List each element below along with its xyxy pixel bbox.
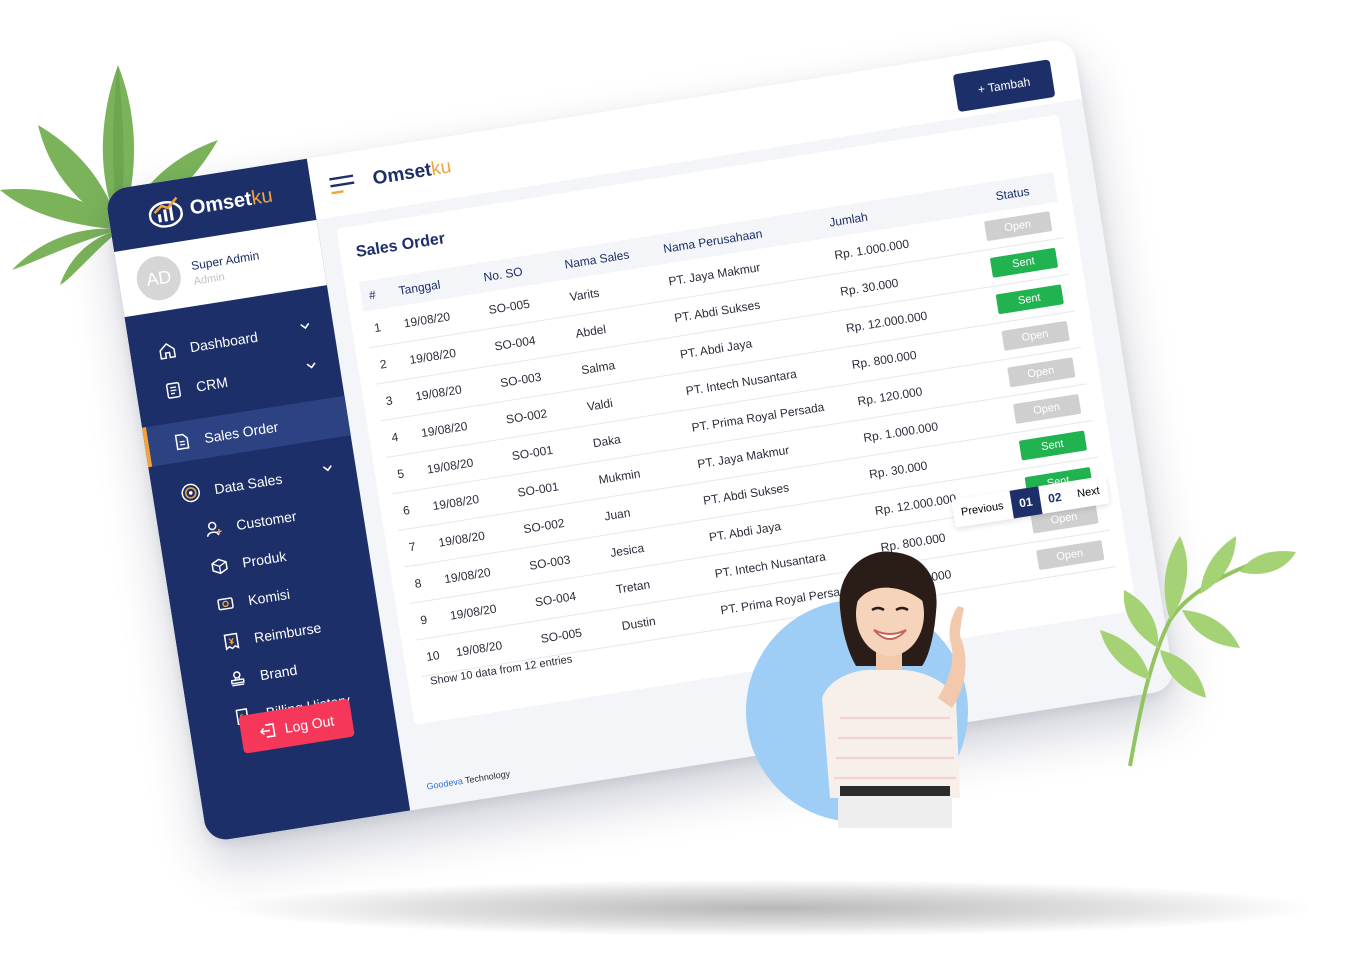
row-number: 1 xyxy=(373,320,382,336)
page-title: Sales Order xyxy=(354,230,447,261)
chevron-down-icon[interactable] xyxy=(321,462,334,474)
logout-icon xyxy=(259,722,276,738)
row-number: 3 xyxy=(384,393,394,409)
row-date: 19/08/20 xyxy=(454,638,504,660)
row-number: 8 xyxy=(413,576,423,591)
sidebar-item-label: Komisi xyxy=(246,585,291,609)
row-status-cell: Sent xyxy=(1008,429,1097,462)
row-status-cell: Open xyxy=(1002,392,1091,425)
row-so-number: SO-005 xyxy=(487,296,531,317)
row-so-number: SO-004 xyxy=(493,333,537,354)
sidebar-item-label: Dashboard xyxy=(188,328,259,356)
row-date: 19/08/20 xyxy=(431,492,481,514)
column-header: # xyxy=(367,287,377,303)
sales-order-panel: Sales Order # Tanggal No. SO Nama Sales … xyxy=(336,114,1137,725)
user-add-icon xyxy=(207,521,222,537)
row-sales-name: Valdi xyxy=(586,395,614,414)
target-icon xyxy=(181,483,200,503)
main-area: Omsetku + Tambah Sales Order # Tanggal N… xyxy=(306,37,1176,810)
sidebar-item-label: Reimburse xyxy=(252,619,323,646)
row-so-number: SO-004 xyxy=(534,589,578,610)
avatar: AD xyxy=(133,253,184,304)
pagination-page[interactable]: 02 xyxy=(1038,482,1071,514)
status-badge[interactable]: Sent xyxy=(989,247,1058,278)
home-icon xyxy=(159,342,177,360)
logout-label: Log Out xyxy=(283,712,336,737)
brand-name: Omsetku xyxy=(188,184,275,219)
sidebar-item-label: Produk xyxy=(241,547,288,571)
row-status-cell: Sent xyxy=(979,246,1068,279)
row-date: 19/08/20 xyxy=(443,565,492,587)
row-so-number: SO-002 xyxy=(522,515,566,537)
row-so-number: SO-001 xyxy=(516,479,560,500)
footer-brand[interactable]: Goodeva xyxy=(426,776,464,792)
row-date: 19/08/20 xyxy=(420,418,469,441)
status-badge[interactable]: Sent xyxy=(995,284,1064,315)
hero-scene: Omsetku AD Super Admin Admin Dashboard C… xyxy=(0,0,1348,960)
hamburger-menu-icon[interactable] xyxy=(328,173,357,197)
row-so-number: SO-002 xyxy=(505,406,549,427)
file-icon xyxy=(174,433,190,451)
row-number: 9 xyxy=(419,612,429,628)
sidebar-item-label: Data Sales xyxy=(213,470,284,498)
row-sales-name: Salma xyxy=(580,358,617,378)
row-number: 10 xyxy=(425,648,441,665)
status-badge[interactable]: Open xyxy=(1012,393,1081,425)
row-sales-name: Tretan xyxy=(615,577,652,597)
sidebar-item-label: Brand xyxy=(258,661,299,684)
chevron-down-icon[interactable] xyxy=(298,320,311,332)
row-sales-name: Daka xyxy=(591,432,622,451)
row-number: 2 xyxy=(378,356,388,372)
status-badge[interactable]: Open xyxy=(1006,357,1076,388)
row-date: 19/08/20 xyxy=(408,345,457,367)
row-status-cell: Open xyxy=(991,319,1080,352)
footer-suffix: Technology xyxy=(464,768,511,786)
row-so-number: SO-003 xyxy=(499,369,543,391)
row-date: 19/08/20 xyxy=(402,309,452,331)
row-number: 5 xyxy=(396,466,406,482)
row-sales-name: Juan xyxy=(603,505,632,524)
sales-order-table: # Tanggal No. SO Nama Sales Nama Perusah… xyxy=(358,172,1116,678)
document-icon xyxy=(165,381,182,399)
row-date: 19/08/20 xyxy=(425,455,475,477)
row-status-cell: Open xyxy=(996,356,1085,389)
box-icon xyxy=(211,558,228,575)
row-number: 6 xyxy=(402,502,411,518)
receipt-icon xyxy=(223,632,240,651)
row-status-cell: Open xyxy=(973,210,1062,243)
row-so-number: SO-001 xyxy=(510,442,554,464)
money-icon xyxy=(217,597,234,611)
sidebar-item-label: Sales Order xyxy=(203,418,280,447)
chevron-down-icon[interactable] xyxy=(305,360,318,372)
pagination-next[interactable]: Next xyxy=(1067,476,1110,510)
row-sales-name: Dustin xyxy=(620,613,657,634)
row-sales-name: Abdel xyxy=(574,322,608,341)
row-date: 19/08/20 xyxy=(414,382,463,404)
smiling-woman-photo xyxy=(822,551,966,828)
footer-credit: Goodeva Technology xyxy=(426,769,511,792)
row-date: 19/08/20 xyxy=(437,528,486,550)
floor-shadow xyxy=(230,880,1310,936)
pagination-page[interactable]: 01 xyxy=(1009,486,1043,519)
row-number: 7 xyxy=(407,539,417,555)
row-date: 19/08/20 xyxy=(449,601,498,623)
status-badge[interactable]: Sent xyxy=(1018,430,1087,461)
row-so-number: SO-005 xyxy=(539,625,583,646)
column-header[interactable]: No. SO xyxy=(475,259,558,286)
header-brand: Omsetku xyxy=(371,156,453,190)
row-sales-name: Mukmin xyxy=(597,466,642,487)
leaf-branch-right xyxy=(1100,536,1296,767)
sidebar-item-label: CRM xyxy=(194,373,229,395)
stamp-icon xyxy=(230,671,245,687)
app-window: Omsetku AD Super Admin Admin Dashboard C… xyxy=(104,37,1176,843)
status-badge[interactable]: Open xyxy=(1000,320,1070,351)
brand-logo-icon xyxy=(148,196,183,228)
sidebar-item-label: Customer xyxy=(235,507,298,534)
status-badge[interactable]: Open xyxy=(983,211,1052,242)
row-status-cell: Sent xyxy=(985,283,1074,316)
row-so-number: SO-003 xyxy=(528,552,572,573)
row-sales-name: Varits xyxy=(568,285,601,305)
row-number: 4 xyxy=(390,429,400,445)
row-sales-name: Jesica xyxy=(609,540,646,560)
